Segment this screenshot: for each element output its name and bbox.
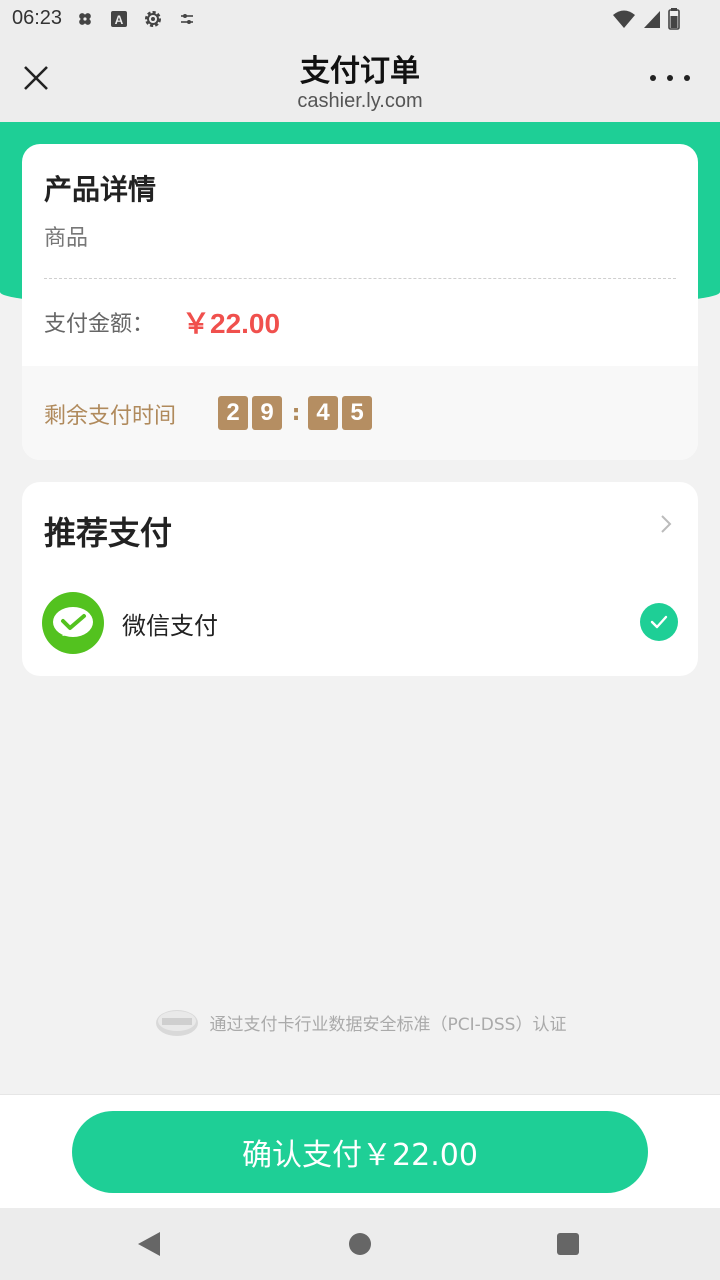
more-dots-icon <box>650 75 656 81</box>
product-name: 商品 <box>44 226 89 251</box>
nav-home-icon[interactable] <box>349 1233 371 1255</box>
timer-digit: 9 <box>252 396 282 430</box>
wechat-pay-icon[interactable] <box>42 592 104 654</box>
page-url: cashier.ly.com <box>297 90 423 112</box>
nav-recents-icon[interactable] <box>557 1233 579 1255</box>
chevron-right-icon[interactable] <box>658 512 674 536</box>
gear-icon <box>142 8 164 30</box>
page-title: 支付订单 <box>300 54 420 89</box>
a-box-icon: A <box>108 8 130 30</box>
system-nav-bar <box>0 1208 720 1280</box>
amount-label: 支付金额： <box>44 312 155 337</box>
status-notification-icons: A <box>74 8 198 30</box>
pci-certification: 通过支付卡行业数据安全标准（PCI-DSS）认证 <box>0 1006 720 1038</box>
dashed-divider <box>44 278 676 279</box>
bandage-icon <box>74 8 96 30</box>
selected-check-icon[interactable] <box>640 603 678 641</box>
confirm-pay-button[interactable]: 确认支付￥22.00 <box>72 1111 648 1193</box>
product-section-title: 产品详情 <box>44 173 157 206</box>
title-bar: 支付订单 cashier.ly.com <box>0 38 720 122</box>
sliders-icon <box>176 8 198 30</box>
nav-back-icon[interactable] <box>136 1230 162 1258</box>
amount-value: ￥22.00 <box>182 308 281 339</box>
more-button[interactable] <box>650 68 690 88</box>
signal-icon <box>642 9 662 33</box>
timer-label: 剩余支付时间 <box>44 404 177 429</box>
pci-dss-logo-icon <box>155 1010 198 1036</box>
battery-icon <box>668 8 680 34</box>
payment-method-label[interactable]: 微信支付 <box>122 606 218 641</box>
product-card: 产品详情 商品 支付金额： ￥22.00 剩余支付时间 2 9 : 4 5 <box>22 144 698 460</box>
timer-digit: 4 <box>308 396 338 430</box>
bottom-bar: 确认支付￥22.00 <box>0 1094 720 1208</box>
timer-digit: 5 <box>342 396 372 430</box>
timer-separator: : <box>291 400 301 426</box>
countdown-timer: 2 9 : 4 5 <box>218 396 376 430</box>
timer-row: 剩余支付时间 2 9 : 4 5 <box>22 366 698 460</box>
status-time: 06:23 <box>12 7 63 29</box>
payment-section-title: 推荐支付 <box>44 514 173 552</box>
pci-text: 通过支付卡行业数据安全标准（PCI-DSS）认证 <box>209 1014 567 1035</box>
status-bar: 06:23 A <box>0 0 720 38</box>
timer-digit: 2 <box>218 396 248 430</box>
wifi-icon <box>612 9 636 33</box>
svg-text:A: A <box>115 13 124 27</box>
status-system-icons <box>612 8 680 34</box>
payment-card: 推荐支付 微信支付 <box>22 482 698 676</box>
